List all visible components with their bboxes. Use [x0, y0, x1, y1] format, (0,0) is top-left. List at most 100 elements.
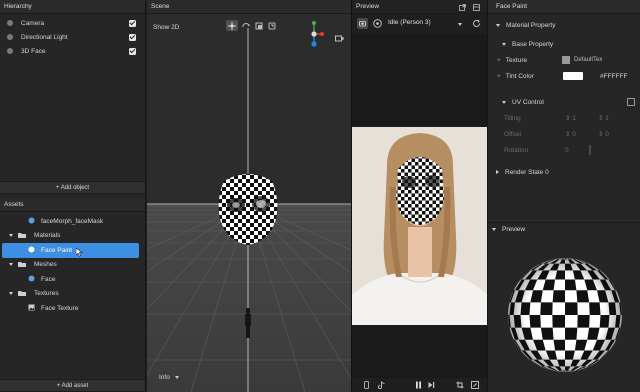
asset-item-label: Face Texture [41, 304, 79, 312]
texture-icon [28, 304, 35, 313]
inspector-title: Face Paint [488, 0, 640, 14]
phone-icon[interactable] [364, 381, 369, 391]
offset-y-field[interactable]: ⇕ 0 [598, 130, 609, 138]
visibility-checkbox[interactable] [129, 19, 136, 27]
face-mesh-3d[interactable] [214, 171, 282, 247]
rect-tool-button[interactable] [266, 20, 278, 31]
pause-button[interactable] [415, 381, 422, 391]
scene-viewport[interactable]: Show 2D Info [147, 14, 351, 392]
info-dropdown[interactable]: Info [159, 374, 179, 381]
base-property-section[interactable]: Base Property [488, 37, 640, 51]
fullscreen-icon[interactable] [471, 381, 479, 391]
camera-toggle-button[interactable] [357, 18, 368, 29]
asset-folder-meshes[interactable]: Meshes [0, 258, 140, 273]
section-label: UV Control [512, 98, 544, 106]
hierarchy-item-label: Camera [21, 19, 45, 27]
texture-property: + Texture DefaultTex [488, 53, 640, 67]
texture-thumb-icon [562, 56, 570, 64]
section-label: Base Property [512, 40, 554, 48]
offset-x-field[interactable]: ⇕ 0 [565, 130, 576, 138]
hierarchy-item-camera[interactable]: Camera [0, 16, 145, 30]
uv-control-section[interactable]: UV Control [488, 95, 640, 109]
preview-source-value: Idle (Person 3) [388, 19, 431, 26]
scale-tool-button[interactable] [253, 20, 265, 31]
preview-title: Preview [352, 0, 487, 14]
node-icon [6, 19, 14, 27]
hierarchy-item-label: Directional Light [21, 33, 68, 41]
texture-label: Texture [505, 56, 528, 64]
tiktok-icon[interactable] [377, 381, 385, 391]
visibility-checkbox[interactable] [129, 33, 136, 41]
render-state-section[interactable]: Render State 0 [488, 165, 640, 179]
material-preview-header[interactable]: Preview [488, 222, 640, 236]
camera-view-icon[interactable] [335, 35, 344, 44]
preview-video-feed [352, 127, 487, 325]
uv-control-checkbox[interactable] [627, 98, 635, 106]
chevron-down-icon[interactable] [9, 263, 13, 267]
tint-color-hex[interactable]: #FFFFFF [600, 73, 627, 80]
tilling-x-value: 1 [572, 115, 576, 122]
offset-property: Offset ⇕ 0 ⇕ 0 [488, 127, 640, 141]
tilling-y-field[interactable]: ⇕ 1 [598, 114, 609, 122]
asset-item-facemorph[interactable]: faceMorph_faceMask [0, 214, 140, 229]
rotation-field[interactable]: 0 [565, 147, 569, 154]
tilling-property: Tilling ⇕ 1 ⇕ 1 [488, 111, 640, 125]
info-label: Info [159, 374, 170, 381]
chevron-down-icon [458, 23, 462, 26]
preview-source-select[interactable]: Idle (Person 3) [388, 19, 466, 29]
material-property-section[interactable]: Material Property [488, 18, 640, 32]
rotation-property: Rotation 0 [488, 143, 640, 157]
add-icon[interactable]: + [497, 73, 501, 80]
tint-color-swatch[interactable] [563, 72, 583, 80]
add-icon[interactable]: + [497, 57, 501, 64]
section-label: Render State 0 [505, 168, 549, 176]
refresh-icon[interactable] [472, 19, 481, 30]
node-icon [6, 33, 14, 41]
rotation-slider[interactable] [589, 145, 591, 155]
asset-folder-materials[interactable]: Materials [0, 229, 140, 244]
body-marker [245, 308, 251, 338]
video-source-icon[interactable] [373, 19, 382, 30]
axis-gizmo[interactable] [304, 20, 328, 52]
chevron-down-icon [502, 100, 506, 104]
add-asset-button[interactable]: + Add asset [0, 379, 145, 392]
add-object-button[interactable]: + Add object [0, 181, 145, 194]
hierarchy-item-directional-light[interactable]: Directional Light [0, 30, 145, 44]
asset-item-label: faceMorph_faceMask [41, 217, 104, 225]
camera-icon [359, 21, 366, 27]
inspector-panel: Face Paint Material Property Base Proper… [487, 0, 640, 392]
asset-item-label: Face [41, 275, 56, 283]
chevron-down-icon [502, 42, 506, 46]
material-preview-sphere [508, 258, 622, 372]
assets-title: Assets [0, 198, 145, 212]
asset-item-face-texture[interactable]: Face Texture [0, 301, 140, 316]
visibility-checkbox[interactable] [129, 47, 136, 55]
move-tool-button[interactable] [226, 20, 238, 31]
texture-field[interactable]: DefaultTex [562, 56, 602, 64]
material-preview-title: Preview [502, 226, 526, 233]
show-2d-toggle[interactable]: Show 2D [153, 24, 179, 31]
tint-label: Tint Color [505, 72, 534, 80]
chevron-down-icon[interactable] [9, 292, 13, 296]
crop-icon[interactable] [456, 381, 464, 391]
chevron-down-icon [492, 228, 496, 231]
popout-icon[interactable] [459, 4, 466, 13]
asset-item-face[interactable]: Face [0, 272, 140, 287]
hierarchy-item-3d-face[interactable]: 3D Face [0, 44, 145, 58]
tilling-x-field[interactable]: ⇕ 1 [565, 114, 576, 122]
folder-icon [18, 290, 26, 298]
asset-item-face-paint[interactable]: Face Paint [2, 243, 139, 258]
asset-folder-textures[interactable]: Textures [0, 287, 140, 302]
layout-icon[interactable] [473, 4, 480, 13]
texture-value: DefaultTex [574, 57, 603, 63]
chevron-down-icon[interactable] [9, 234, 13, 238]
rect-tool-icon [268, 22, 276, 29]
asset-item-label: Face Paint [41, 246, 73, 254]
hierarchy-title: Hierarchy [0, 0, 145, 14]
offset-x-value: 0 [572, 131, 576, 138]
preview-panel: Preview Idle (Person 3) [351, 0, 487, 392]
rotate-tool-button[interactable] [240, 20, 252, 31]
step-forward-button[interactable] [428, 381, 435, 391]
tilling-y-value: 1 [605, 115, 609, 122]
pause-icon [416, 381, 421, 389]
